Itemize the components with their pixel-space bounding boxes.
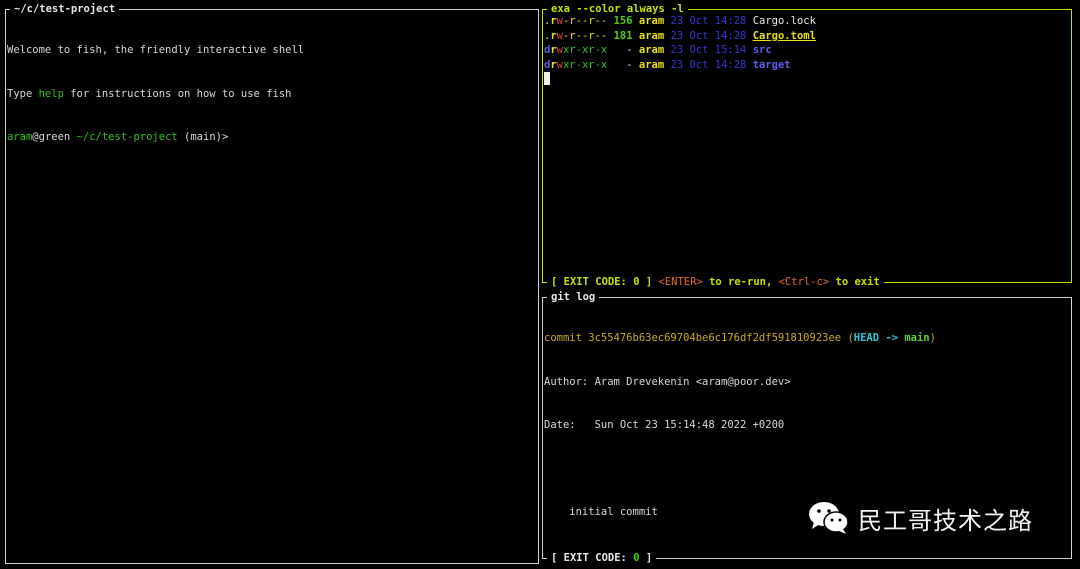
- left-terminal-pane[interactable]: ~/c/test-project Welcome to fish, the fr…: [5, 2, 539, 564]
- prompt-branch: (main)>: [177, 131, 229, 143]
- file-date: 23 Oct 14:28: [670, 29, 747, 42]
- enter-key-hint: <ENTER>: [658, 276, 703, 288]
- file-owner: aram: [638, 29, 665, 42]
- exit-status-bar: [ EXIT CODE: 0 ] <ENTER> to re-run, <Ctr…: [547, 275, 884, 290]
- file-row: drwxr-xr-x - aram 23 Oct 14:28 target: [544, 58, 1069, 73]
- help-command: help: [38, 87, 64, 100]
- cursor-line: [544, 72, 1069, 88]
- exit-hint: to exit: [829, 276, 880, 288]
- exa-command-pane[interactable]: exa --color always -l .rw-r--r-- 156 ara…: [542, 2, 1072, 290]
- file-owner: aram: [638, 15, 665, 27]
- file-name[interactable]: target: [753, 59, 791, 71]
- exit-status-bar: [ EXIT CODE: 0 ]: [547, 551, 657, 566]
- perm-rest: xr-xr-x: [562, 44, 608, 56]
- ref-close: ): [929, 332, 936, 344]
- file-row: .rw-r--r-- 156 aram 23 Oct 14:28 Cargo.l…: [544, 14, 1069, 29]
- file-row: .rw-r--r-- 181 aram 23 Oct 14:28 Cargo.t…: [544, 29, 1069, 44]
- watermark-text: 民工哥技术之路: [858, 506, 1033, 535]
- file-owner: aram: [638, 44, 665, 56]
- exit-close: ]: [639, 552, 653, 564]
- perm-rest: xr-xr-x: [562, 58, 608, 71]
- welcome-line: Welcome to fish, the friendly interactiv…: [7, 44, 305, 56]
- file-date: 23 Oct 15:14: [670, 44, 747, 56]
- file-name[interactable]: Cargo.toml: [753, 30, 816, 42]
- commit-line: commit 3c55476b63ec69704be6c176df2df5918…: [544, 331, 1069, 346]
- help-prefix: Type: [7, 87, 39, 100]
- exit-close: ]: [639, 276, 659, 288]
- perm-rest: -r--r--: [562, 29, 608, 42]
- exit-label: [ EXIT CODE:: [551, 552, 634, 564]
- branch-ref: main: [904, 332, 930, 344]
- head-ref: HEAD ->: [853, 332, 905, 344]
- prompt-user: aram: [7, 131, 33, 143]
- prompt-host: @green: [32, 131, 77, 143]
- watermark: 民工哥技术之路: [808, 500, 1033, 536]
- wechat-icon: [808, 500, 850, 536]
- perm-rest: -r--r--: [562, 15, 608, 27]
- help-suffix: for instructions on how to use fish: [63, 87, 292, 100]
- shell-prompt[interactable]: aram@green ~/c/test-project (main)>: [7, 130, 536, 145]
- file-name[interactable]: src: [753, 44, 772, 56]
- file-owner: aram: [638, 58, 665, 71]
- file-date: 23 Oct 14:28: [670, 58, 747, 71]
- terminal-cursor: [544, 72, 550, 85]
- file-row: drwxr-xr-x - aram 23 Oct 15:14 src: [544, 43, 1069, 58]
- rerun-hint: to re-run,: [702, 276, 779, 288]
- file-date: 23 Oct 14:28: [670, 15, 747, 27]
- help-line: Type help for instructions on how to use…: [7, 87, 536, 102]
- exit-label: [ EXIT CODE:: [551, 276, 634, 288]
- author-line: Author: Aram Drevekenin <aram@poor.dev>: [544, 375, 791, 388]
- commit-hash: commit 3c55476b63ec69704be6c176df2df5918…: [544, 332, 848, 344]
- date-line: Date: Sun Oct 23 15:14:48 2022 +0200: [544, 419, 785, 431]
- file-size: 156: [613, 15, 633, 27]
- ctrl-c-key-hint: <Ctrl-c>: [778, 276, 830, 288]
- file-listing: .rw-r--r-- 156 aram 23 Oct 14:28 Cargo.l…: [544, 14, 1069, 88]
- blank-line: ​: [544, 462, 1069, 477]
- file-name[interactable]: Cargo.lock: [753, 15, 816, 27]
- shell-output: Welcome to fish, the friendly interactiv…: [7, 14, 536, 174]
- file-size: 181: [613, 29, 633, 42]
- prompt-path: ~/c/test-project: [76, 131, 178, 143]
